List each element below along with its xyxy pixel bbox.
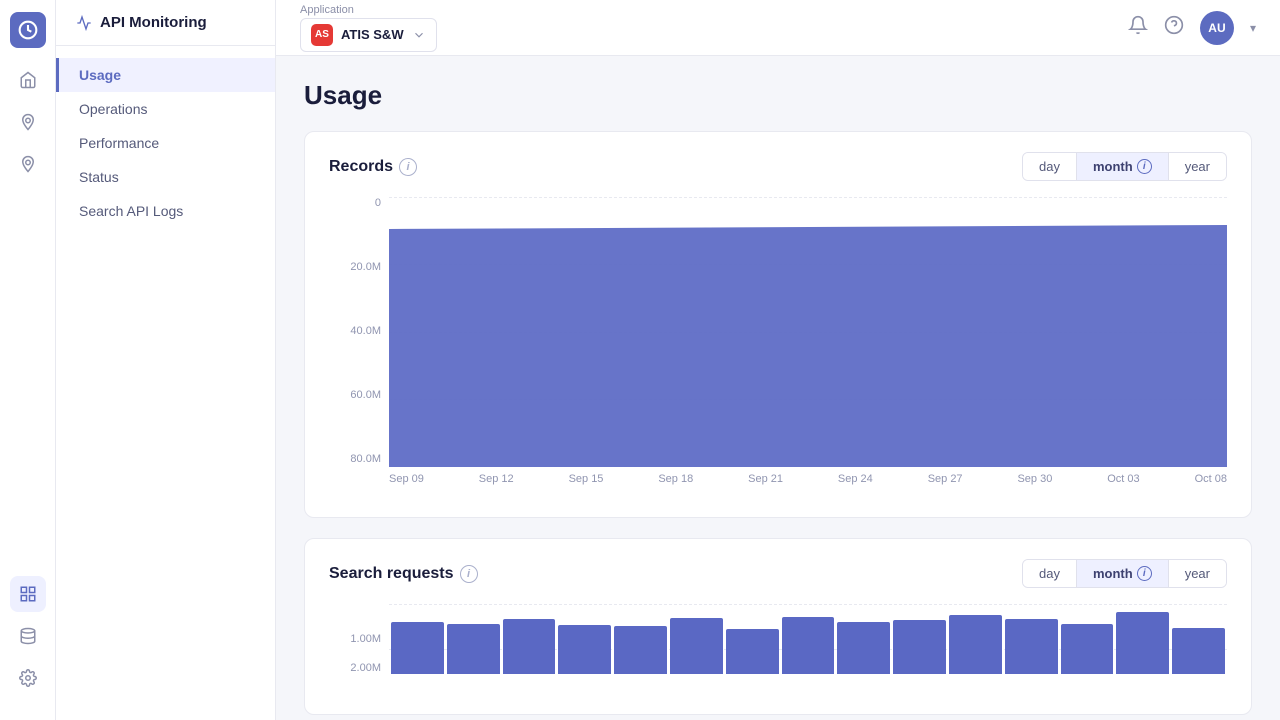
x-label-sep21: Sep 21 <box>748 473 783 485</box>
search-requests-chart-card: Search requests i day month i year <box>304 538 1252 715</box>
records-chart-plot <box>389 197 1227 467</box>
records-day-button[interactable]: day <box>1023 153 1077 180</box>
bar-8 <box>782 617 835 674</box>
location1-icon[interactable] <box>10 104 46 140</box>
x-label-sep18: Sep 18 <box>658 473 693 485</box>
search-requests-day-button[interactable]: day <box>1023 560 1077 587</box>
records-chart-area: 80.0M 60.0M 40.0M 20.0M 0 <box>329 197 1227 497</box>
search-requests-chart-area: 2.00M 1.00M 0 <box>329 604 1227 694</box>
records-y-axis: 80.0M 60.0M 40.0M 20.0M 0 <box>329 197 389 467</box>
app-logo-icon <box>10 12 46 48</box>
sidebar-nav: Usage Operations Performance Status Sear… <box>56 46 275 240</box>
search-requests-month-button[interactable]: month i <box>1077 560 1169 587</box>
bar-14 <box>1116 612 1169 674</box>
topbar: Application AS ATIS S&W AU ▾ <box>276 0 1280 56</box>
bar-12 <box>1005 619 1058 674</box>
database-icon[interactable] <box>10 618 46 654</box>
sr-y-label-2m: 2.00M <box>329 662 389 674</box>
records-x-axis: Sep 09 Sep 12 Sep 15 Sep 18 Sep 21 Sep 2… <box>389 469 1227 497</box>
y-label-0: 0 <box>329 197 389 209</box>
records-chart-svg <box>389 197 1227 467</box>
icon-bar <box>0 0 56 720</box>
records-year-button[interactable]: year <box>1169 153 1226 180</box>
bar-15 <box>1172 628 1225 674</box>
records-month-button[interactable]: month i <box>1077 153 1169 180</box>
records-time-toggle: day month i year <box>1022 152 1227 181</box>
app-selector-chevron-icon <box>412 28 426 42</box>
search-requests-time-toggle: day month i year <box>1022 559 1227 588</box>
user-menu-chevron-icon[interactable]: ▾ <box>1250 21 1256 35</box>
search-requests-bars <box>389 604 1227 674</box>
app-name: ATIS S&W <box>341 27 404 42</box>
help-icon[interactable] <box>1164 15 1184 40</box>
records-month-info-icon[interactable]: i <box>1137 159 1152 174</box>
bar-2 <box>447 624 500 674</box>
bar-11 <box>949 615 1002 675</box>
bar-4 <box>558 625 611 674</box>
x-label-sep09: Sep 09 <box>389 473 424 485</box>
search-requests-month-info-icon[interactable]: i <box>1137 566 1152 581</box>
sidebar-title: API Monitoring <box>100 14 207 31</box>
main-content: Usage Records i day month i year <box>276 56 1280 720</box>
sr-y-label-1m: 1.00M <box>329 633 389 645</box>
bar-9 <box>837 622 890 674</box>
main-wrapper: Application AS ATIS S&W AU ▾ <box>276 0 1280 720</box>
x-label-oct03: Oct 03 <box>1107 473 1139 485</box>
search-requests-chart-header: Search requests i day month i year <box>329 559 1227 588</box>
bar-6 <box>670 618 723 674</box>
app-section-label: Application <box>300 4 437 16</box>
sidebar-header: API Monitoring <box>56 0 275 46</box>
y-label-40m: 40.0M <box>329 325 389 337</box>
records-month-label: month <box>1093 159 1133 174</box>
bar-1 <box>391 622 444 675</box>
user-avatar[interactable]: AU <box>1200 11 1234 45</box>
search-requests-info-icon[interactable]: i <box>460 565 478 583</box>
x-label-sep15: Sep 15 <box>569 473 604 485</box>
sidebar-item-usage[interactable]: Usage <box>56 58 275 92</box>
x-label-sep30: Sep 30 <box>1017 473 1052 485</box>
bar-3 <box>503 619 556 674</box>
home-icon[interactable] <box>10 62 46 98</box>
page-title: Usage <box>304 80 1252 111</box>
records-info-icon[interactable]: i <box>399 158 417 176</box>
search-requests-y-axis: 2.00M 1.00M 0 <box>329 604 389 674</box>
analytics-icon[interactable] <box>10 576 46 612</box>
app-badge: AS <box>311 24 333 46</box>
sidebar-item-performance[interactable]: Performance <box>56 126 275 160</box>
records-chart-title: Records <box>329 158 393 176</box>
search-requests-chart-title: Search requests <box>329 565 454 583</box>
location2-icon[interactable] <box>10 146 46 182</box>
sidebar-item-operations[interactable]: Operations <box>56 92 275 126</box>
bar-13 <box>1061 624 1114 674</box>
notification-icon[interactable] <box>1128 15 1148 40</box>
sidebar: API Monitoring Usage Operations Performa… <box>56 0 276 720</box>
x-label-sep12: Sep 12 <box>479 473 514 485</box>
app-selector[interactable]: AS ATIS S&W <box>300 18 437 52</box>
bar-7 <box>726 629 779 675</box>
bar-10 <box>893 620 946 674</box>
sidebar-item-status[interactable]: Status <box>56 160 275 194</box>
records-chart-card: Records i day month i year <box>304 131 1252 518</box>
x-label-oct08: Oct 08 <box>1195 473 1227 485</box>
y-label-20m: 20.0M <box>329 261 389 273</box>
y-label-60m: 60.0M <box>329 389 389 401</box>
x-label-sep24: Sep 24 <box>838 473 873 485</box>
x-label-sep27: Sep 27 <box>928 473 963 485</box>
bar-5 <box>614 626 667 674</box>
settings-icon[interactable] <box>10 660 46 696</box>
search-requests-year-button[interactable]: year <box>1169 560 1226 587</box>
records-chart-header: Records i day month i year <box>329 152 1227 181</box>
search-requests-month-label: month <box>1093 566 1133 581</box>
y-label-80m: 80.0M <box>329 453 389 465</box>
sidebar-item-search-api-logs[interactable]: Search API Logs <box>56 194 275 228</box>
